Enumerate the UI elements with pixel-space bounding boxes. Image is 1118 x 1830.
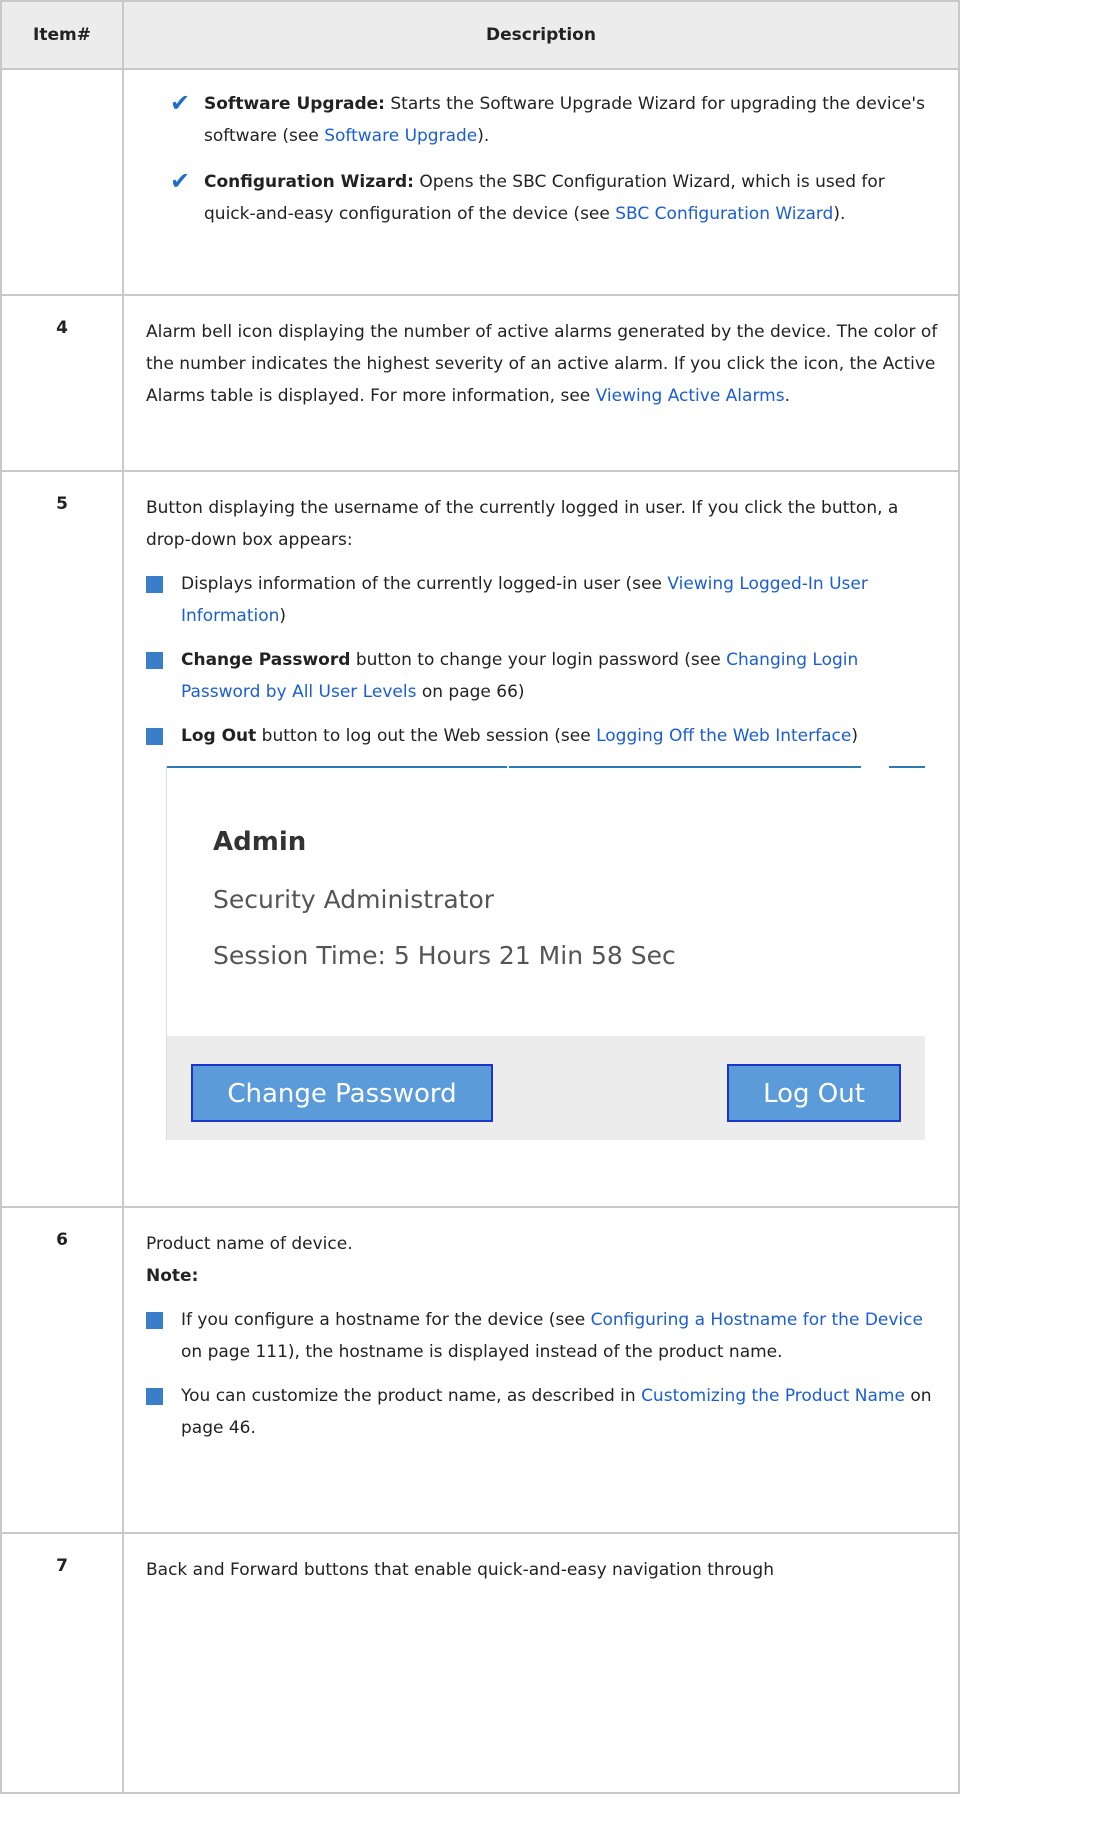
bullet-icon xyxy=(146,1312,163,1329)
table-row: 6 Product name of device. Note: If you c… xyxy=(0,1206,960,1534)
item-title: Software Upgrade: xyxy=(204,94,385,114)
top-border-line xyxy=(167,766,507,768)
dropdown-role: Security Administrator xyxy=(213,885,495,914)
row-intro: Button displaying the username of the cu… xyxy=(146,498,899,550)
link-viewing-active-alarms[interactable]: Viewing Active Alarms xyxy=(596,386,785,406)
list-item: You can customize the product name, as d… xyxy=(146,1380,938,1444)
description-cell: Product name of device. Note: If you con… xyxy=(122,1206,960,1534)
table-row: 7 Back and Forward buttons that enable q… xyxy=(0,1532,960,1794)
description-cell: Button displaying the username of the cu… xyxy=(122,470,960,1208)
checkmark-icon: ✔ xyxy=(170,89,191,117)
item-number: 6 xyxy=(0,1206,124,1534)
description-cell: Back and Forward buttons that enable qui… xyxy=(122,1532,960,1794)
link-sbc-configuration-wizard[interactable]: SBC Configuration Wizard xyxy=(615,204,833,224)
item-number: 7 xyxy=(0,1532,124,1794)
table-header-row: Item# Description xyxy=(0,0,960,70)
dropdown-session-time: Session Time: 5 Hours 21 Min 58 Sec xyxy=(213,941,676,970)
item-number: 4 xyxy=(0,294,124,472)
list-item: If you configure a hostname for the devi… xyxy=(146,1304,938,1368)
log-out-button[interactable]: Log Out xyxy=(727,1064,901,1122)
bullet-icon xyxy=(146,576,163,593)
link-customizing-product-name[interactable]: Customizing the Product Name xyxy=(641,1386,905,1406)
list-item: Change Password button to change your lo… xyxy=(146,644,938,708)
item-title: Configuration Wizard: xyxy=(204,172,414,192)
bullet-icon xyxy=(146,728,163,745)
list-item: Log Out button to log out the Web sessio… xyxy=(146,720,938,752)
header-description: Description xyxy=(122,0,960,70)
user-dropdown-screenshot: Admin Security Administrator Session Tim… xyxy=(166,766,925,1140)
table-row: 5 Button displaying the username of the … xyxy=(0,470,960,1208)
item-number: 5 xyxy=(0,470,124,1208)
change-password-button[interactable]: Change Password xyxy=(191,1064,493,1122)
dropdown-username: Admin xyxy=(213,827,307,857)
list-item: ✔ Software Upgrade: Starts the Software … xyxy=(170,88,938,152)
top-border-line xyxy=(889,766,925,768)
description-cell: Alarm bell icon displaying the number of… xyxy=(122,294,960,472)
item-cell-empty xyxy=(0,68,124,296)
link-software-upgrade[interactable]: Software Upgrade xyxy=(324,126,477,146)
top-border-line xyxy=(509,766,861,768)
row-text: Product name of device. xyxy=(146,1234,353,1254)
bullet-icon xyxy=(146,652,163,669)
description-cell: ✔ Software Upgrade: Starts the Software … xyxy=(122,68,960,296)
table-row: ✔ Software Upgrade: Starts the Software … xyxy=(0,68,960,296)
row-text: Back and Forward buttons that enable qui… xyxy=(146,1560,774,1580)
link-logging-off[interactable]: Logging Off the Web Interface xyxy=(596,726,851,746)
checkmark-icon: ✔ xyxy=(170,167,191,195)
table-row: 4 Alarm bell icon displaying the number … xyxy=(0,294,960,472)
description-table: Item# Description ✔ Software Upgrade: St… xyxy=(0,0,960,1794)
bullet-icon xyxy=(146,1388,163,1405)
header-item: Item# xyxy=(0,0,124,70)
link-configuring-hostname[interactable]: Configuring a Hostname for the Device xyxy=(591,1310,923,1330)
note-label: Note: xyxy=(146,1266,199,1286)
list-item: ✔ Configuration Wizard: Opens the SBC Co… xyxy=(170,166,938,230)
list-item: Displays information of the currently lo… xyxy=(146,568,938,632)
